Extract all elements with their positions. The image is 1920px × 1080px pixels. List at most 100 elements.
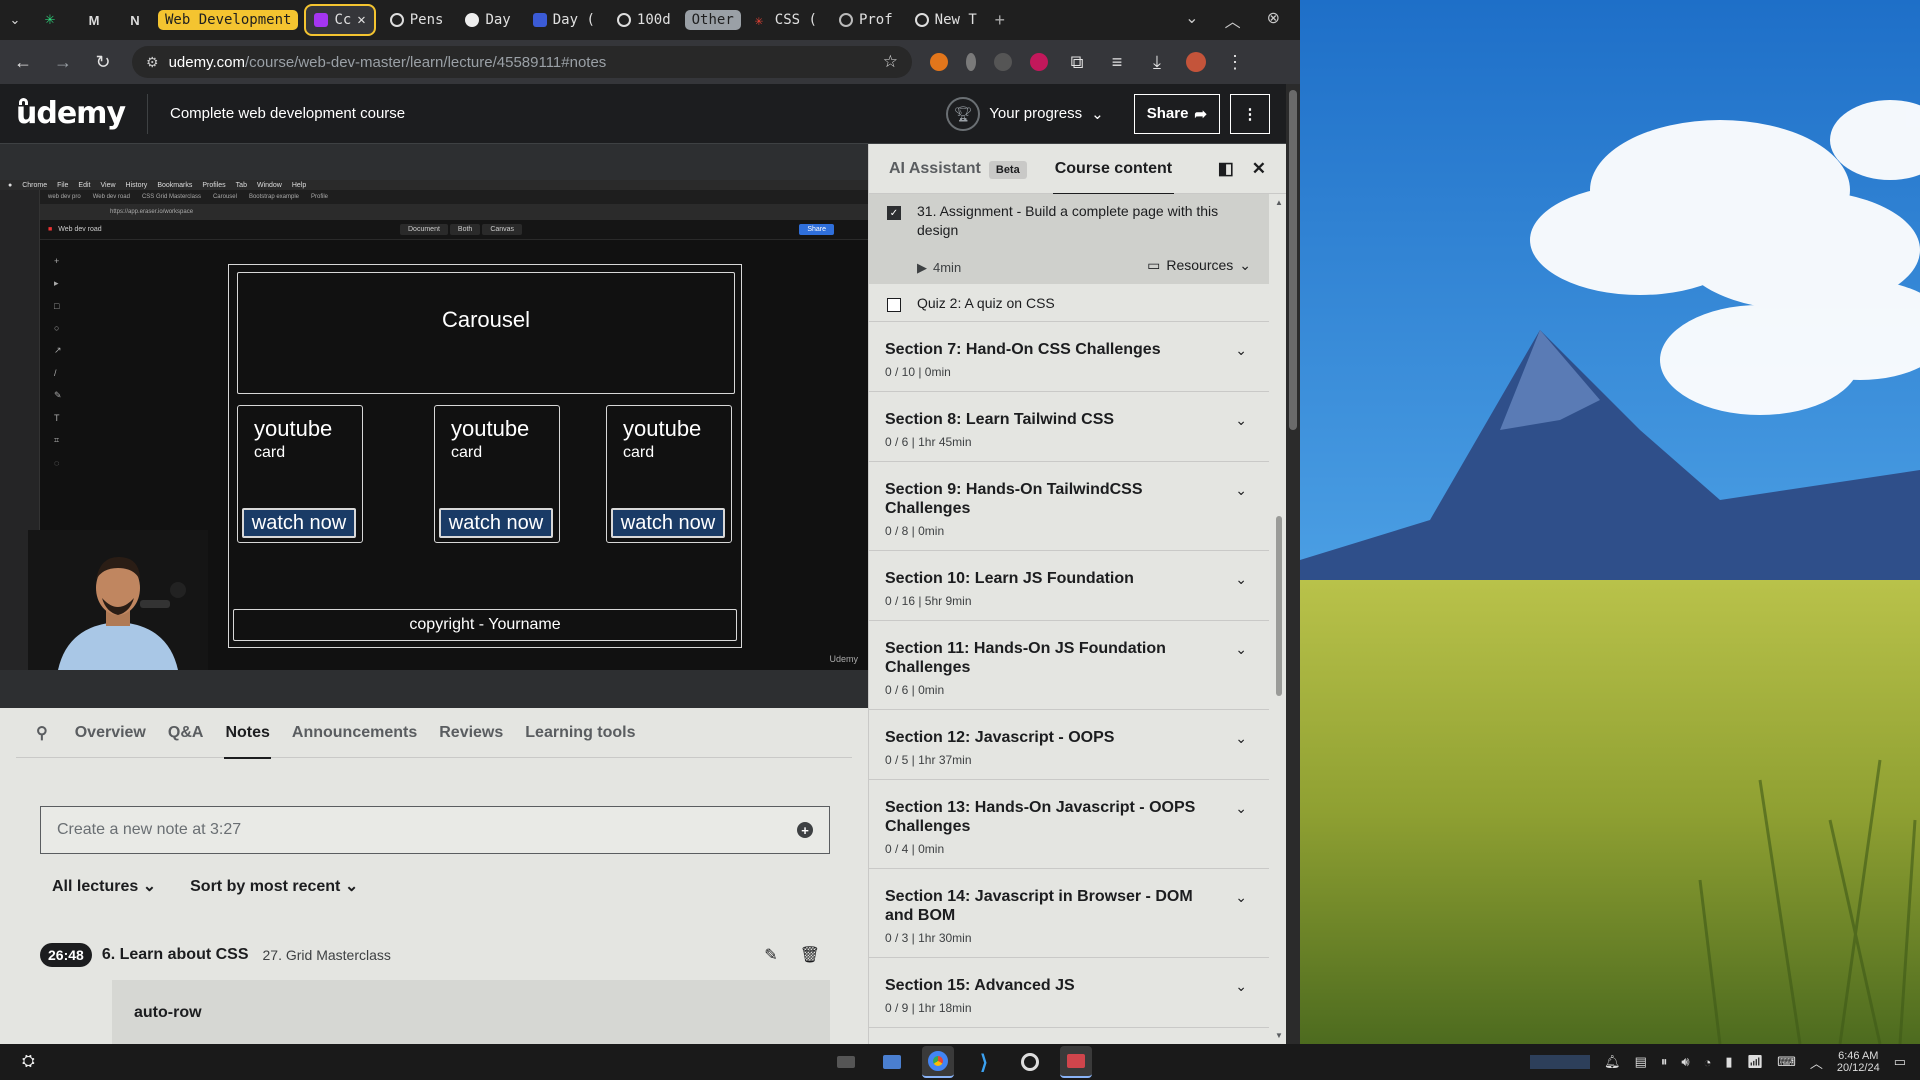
page-scrollbar[interactable] bbox=[1286, 84, 1300, 1044]
tab-active-udemy[interactable]: Cc ✕ bbox=[304, 4, 376, 36]
volume-icon[interactable]: 🔊︎ bbox=[1681, 1054, 1689, 1070]
tab-notes[interactable]: Notes bbox=[214, 708, 280, 759]
download-icon[interactable]: ⤓ bbox=[1146, 52, 1168, 73]
tab-qa[interactable]: Q&A bbox=[157, 708, 215, 758]
tab-group-web-development[interactable]: Web Development bbox=[158, 10, 299, 30]
search-icon[interactable]: ⚲ bbox=[16, 723, 64, 743]
sidebar-scrollbar[interactable]: ▲ ▼ bbox=[1274, 196, 1284, 1042]
section-item[interactable]: Section 12: Javascript - OOPS 0 / 5 | 1hr… bbox=[869, 710, 1269, 780]
add-note-plus-icon[interactable]: + bbox=[797, 822, 813, 838]
section-item[interactable]: Section 10: Learn JS Foundation 0 / 16 | … bbox=[869, 551, 1269, 621]
keyboard-icon[interactable]: ⌨︎ bbox=[1777, 1054, 1796, 1070]
file-manager-app-icon[interactable] bbox=[876, 1046, 908, 1078]
resources-dropdown[interactable]: ▭ Resources ⌄ bbox=[1147, 256, 1251, 275]
record-extension-icon[interactable] bbox=[1030, 53, 1048, 71]
course-title[interactable]: Complete web development course bbox=[170, 105, 405, 122]
chrome-app-icon[interactable] bbox=[922, 1046, 954, 1078]
tab-day-2[interactable]: Day ( bbox=[525, 5, 603, 35]
notification-bell-icon[interactable]: 🔔︎ bbox=[1604, 1054, 1621, 1070]
expand-panel-icon[interactable]: ◧ bbox=[1218, 159, 1234, 179]
share-button[interactable]: Share ➦ bbox=[1133, 93, 1220, 134]
close-panel-icon[interactable]: ✕ bbox=[1252, 159, 1266, 179]
tab-learning-tools[interactable]: Learning tools bbox=[514, 708, 646, 758]
terminal-app-icon[interactable] bbox=[830, 1046, 862, 1078]
new-note-input[interactable]: Create a new note at 3:27 + bbox=[40, 806, 830, 854]
extensions-puzzle-icon[interactable]: ⧉ bbox=[1066, 52, 1088, 73]
tab-100days[interactable]: 100d bbox=[609, 5, 679, 35]
section-item[interactable]: Section 8: Learn Tailwind CSS 0 / 6 | 1hr… bbox=[869, 392, 1269, 462]
udemy-logo[interactable]: udemy bbox=[16, 96, 126, 131]
reload-icon[interactable]: ↻ bbox=[92, 52, 114, 73]
section-item[interactable]: Section 7: Hand-On CSS Challenges 0 / 10 … bbox=[869, 322, 1269, 392]
section-item[interactable]: Section 9: Hands-On TailwindCSS Challeng… bbox=[869, 462, 1269, 551]
pinned-tab-notion-icon[interactable]: N bbox=[118, 11, 152, 29]
site-settings-icon[interactable]: ⚙ bbox=[146, 54, 159, 71]
edit-pencil-icon[interactable]: ✎ bbox=[764, 945, 777, 965]
obs-app-icon[interactable] bbox=[1014, 1046, 1046, 1078]
video-play-icon: ▶︎ bbox=[917, 260, 927, 275]
tab-close-icon[interactable]: ✕ bbox=[357, 12, 365, 28]
extension-icon[interactable] bbox=[966, 53, 976, 71]
browser-menu-icon[interactable]: ⋮ bbox=[1224, 52, 1246, 73]
wifi-icon[interactable]: 📶︎ bbox=[1747, 1054, 1764, 1070]
tab-css[interactable]: ✳ CSS ( bbox=[747, 5, 825, 35]
pause-icon[interactable]: ⏸︎ bbox=[1661, 1054, 1668, 1070]
screen-recorder-app-icon[interactable] bbox=[1060, 1046, 1092, 1078]
browser-window: ⌄ ✳ M N Web Development Cc ✕ Pens Day Da… bbox=[0, 0, 1300, 1044]
extension-icon[interactable] bbox=[994, 53, 1012, 71]
workspace-indicator[interactable] bbox=[1530, 1055, 1591, 1069]
clock[interactable]: 6:46 AM 20/12/24 bbox=[1837, 1050, 1880, 1074]
tab-announcements[interactable]: Announcements bbox=[281, 708, 428, 758]
tab-overview[interactable]: Overview bbox=[64, 708, 157, 758]
delete-trash-icon[interactable]: 🗑︎ bbox=[800, 945, 820, 965]
tab-course-content[interactable]: Course content bbox=[1052, 144, 1175, 195]
wireframe-carousel: Carousel bbox=[237, 272, 735, 394]
vpn-icon[interactable]: ◔ bbox=[1704, 1055, 1712, 1070]
more-options-button[interactable]: ⋮ bbox=[1230, 93, 1270, 134]
tab-list-chevron-icon[interactable]: ⌄ bbox=[1185, 8, 1198, 32]
battery-icon[interactable]: ▮ bbox=[1725, 1054, 1732, 1070]
section-item[interactable]: Section 14: Javascript in Browser - DOM … bbox=[869, 869, 1269, 958]
vscode-app-icon[interactable]: ⟩ bbox=[968, 1046, 1000, 1078]
clipboard-icon[interactable]: ▤ bbox=[1635, 1054, 1647, 1070]
address-bar[interactable]: ⚙ udemy.com/course/web-dev-master/learn/… bbox=[132, 46, 912, 78]
tab-group-other[interactable]: Other bbox=[684, 10, 741, 30]
launcher-icon[interactable]: ⛭ bbox=[22, 1053, 35, 1071]
sort-dropdown[interactable]: Sort by most recent ⌄ bbox=[190, 876, 358, 896]
section-item[interactable]: Section 13: Hands-On Javascript - OOPS C… bbox=[869, 780, 1269, 869]
lesson-item[interactable]: ✓ 31. Assignment - Build a complete page… bbox=[869, 194, 1269, 284]
chevron-down-icon: ⌄ bbox=[1235, 641, 1247, 657]
back-arrow-icon[interactable]: ← bbox=[12, 52, 34, 73]
asterisk-favicon-icon: ✳ bbox=[754, 13, 764, 29]
lesson-checkbox[interactable] bbox=[887, 298, 901, 312]
trophy-icon: 🏆︎ bbox=[946, 96, 981, 131]
note-timestamp-badge[interactable]: 26:48 bbox=[40, 943, 92, 967]
all-lectures-dropdown[interactable]: All lectures ⌄ bbox=[52, 876, 156, 896]
lesson-checkbox-checked[interactable]: ✓ bbox=[887, 206, 901, 220]
tab-day-1[interactable]: Day bbox=[457, 5, 518, 35]
forward-arrow-icon[interactable]: → bbox=[52, 52, 74, 73]
tab-reviews[interactable]: Reviews bbox=[428, 708, 514, 758]
video-player[interactable]: ● Chrome File Edit View History Bookmarks Profi… bbox=[0, 180, 868, 670]
new-note-placeholder: Create a new note at 3:27 bbox=[57, 821, 242, 838]
window-close-icon[interactable]: ⊗ bbox=[1267, 8, 1280, 32]
pinned-tab-perplexity-icon[interactable]: ✳ bbox=[30, 11, 70, 29]
profile-avatar[interactable] bbox=[1186, 52, 1206, 72]
tray-expand-chevron-icon[interactable]: ︿ bbox=[1810, 1053, 1823, 1072]
tab-search-chevron-icon[interactable]: ⌄ bbox=[6, 11, 24, 29]
new-tab-plus-icon[interactable]: + bbox=[991, 10, 1009, 30]
lesson-item[interactable]: Quiz 2: A quiz on CSS bbox=[869, 284, 1269, 322]
section-item[interactable]: Section 15: Advanced JS 0 / 9 | 1hr 18min… bbox=[869, 958, 1269, 1028]
metamask-extension-icon[interactable] bbox=[930, 53, 948, 71]
your-progress-dropdown[interactable]: 🏆︎ Your progress ⌄ bbox=[946, 96, 1104, 131]
media-control-icon[interactable]: ≡ bbox=[1106, 52, 1128, 73]
tab-ai-assistant[interactable]: AI Assistant Beta bbox=[889, 160, 1027, 179]
bookmark-star-icon[interactable]: ☆ bbox=[883, 52, 898, 72]
tab-codepen[interactable]: Pens bbox=[382, 5, 452, 35]
show-desktop-icon[interactable]: ▭ bbox=[1894, 1054, 1906, 1070]
tab-new[interactable]: New T bbox=[907, 5, 985, 35]
section-item[interactable]: Section 11: Hands-On JS Foundation Chall… bbox=[869, 621, 1269, 710]
tab-profile[interactable]: Prof bbox=[831, 5, 901, 35]
maximize-icon[interactable]: ︿ bbox=[1225, 8, 1241, 32]
pinned-tab-medium-icon[interactable]: M bbox=[76, 11, 112, 29]
